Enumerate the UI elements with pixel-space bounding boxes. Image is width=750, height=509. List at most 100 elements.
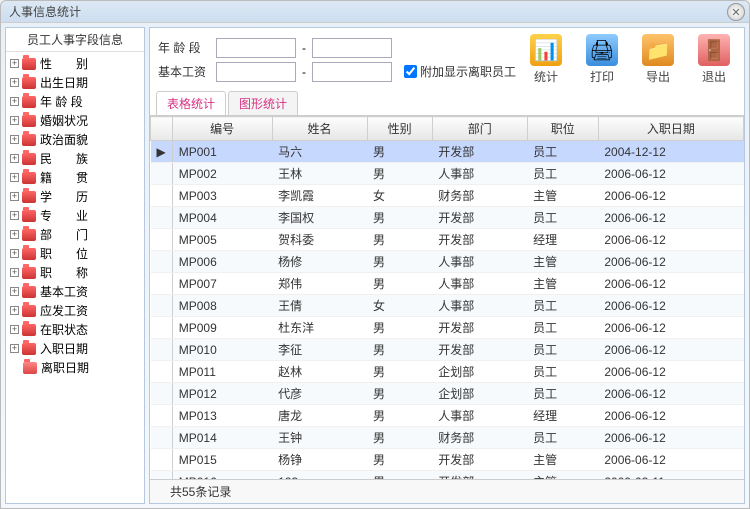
expand-icon[interactable]: + bbox=[10, 211, 19, 220]
show-fired-input[interactable] bbox=[404, 65, 417, 78]
folder-icon bbox=[22, 115, 36, 127]
expand-icon[interactable]: + bbox=[10, 173, 19, 182]
table-row[interactable]: MP010李征男开发部员工2006-06-12 bbox=[151, 339, 744, 361]
show-fired-checkbox[interactable]: 附加显示离职员工 bbox=[404, 63, 516, 80]
tab-table[interactable]: 表格统计 bbox=[156, 91, 226, 115]
cell: MP014 bbox=[172, 427, 272, 449]
col-header[interactable]: 职位 bbox=[527, 117, 598, 141]
col-header[interactable]: 姓名 bbox=[272, 117, 367, 141]
col-header[interactable]: 部门 bbox=[432, 117, 527, 141]
expand-icon[interactable]: + bbox=[10, 344, 19, 353]
tree-item[interactable]: +基本工资 bbox=[8, 282, 142, 301]
age-label: 年 龄 段 bbox=[158, 39, 212, 56]
table-row[interactable]: MP005贺科委男开发部经理2006-06-12 bbox=[151, 229, 744, 251]
row-header-cell bbox=[151, 295, 173, 317]
cell: 主管 bbox=[527, 449, 598, 471]
tree-item[interactable]: + 籍 贯 bbox=[8, 168, 142, 187]
table-row[interactable]: MP016123男开发部主管2009-03-11 bbox=[151, 471, 744, 480]
export-button[interactable]: 📁 导出 bbox=[636, 34, 680, 85]
tab-chart[interactable]: 图形统计 bbox=[228, 91, 298, 115]
cell: 男 bbox=[367, 405, 432, 427]
expand-icon[interactable]: + bbox=[10, 192, 19, 201]
tree-item[interactable]: 离职日期 bbox=[8, 358, 142, 377]
row-header-cell bbox=[151, 449, 173, 471]
table-row[interactable]: MP012代彦男企划部员工2006-06-12 bbox=[151, 383, 744, 405]
table-row[interactable]: ▶MP001马六男开发部员工2004-12-12 bbox=[151, 141, 744, 163]
expand-icon[interactable]: + bbox=[10, 249, 19, 258]
table-row[interactable]: MP002王林男人事部员工2006-06-12 bbox=[151, 163, 744, 185]
table-row[interactable]: MP011赵林男企划部员工2006-06-12 bbox=[151, 361, 744, 383]
expand-icon[interactable]: + bbox=[10, 306, 19, 315]
expand-icon[interactable]: + bbox=[10, 325, 19, 334]
table-row[interactable]: MP013唐龙男人事部经理2006-06-12 bbox=[151, 405, 744, 427]
cell: 贺科委 bbox=[272, 229, 367, 251]
cell: 男 bbox=[367, 471, 432, 480]
tree-item[interactable]: +在职状态 bbox=[8, 320, 142, 339]
window-title: 人事信息统计 bbox=[9, 3, 81, 20]
age-from-input[interactable] bbox=[216, 38, 296, 58]
expand-icon[interactable]: + bbox=[10, 287, 19, 296]
exit-button[interactable]: 🚪 退出 bbox=[692, 34, 736, 85]
table-row[interactable]: MP014王钟男财务部员工2006-06-12 bbox=[151, 427, 744, 449]
expand-icon[interactable]: + bbox=[10, 230, 19, 239]
expand-icon[interactable]: + bbox=[10, 116, 19, 125]
expand-icon[interactable]: + bbox=[10, 268, 19, 277]
table-row[interactable]: MP006杨修男人事部主管2006-06-12 bbox=[151, 251, 744, 273]
table-row[interactable]: MP008王倩女人事部员工2006-06-12 bbox=[151, 295, 744, 317]
tree-item[interactable]: +性 别 bbox=[8, 54, 142, 73]
tree-item[interactable]: +政治面貌 bbox=[8, 130, 142, 149]
table-row[interactable]: MP003李凯霞女财务部主管2006-06-12 bbox=[151, 185, 744, 207]
table-row[interactable]: MP004李国权男开发部员工2006-06-12 bbox=[151, 207, 744, 229]
cell: 员工 bbox=[527, 427, 598, 449]
tree-label: 专 业 bbox=[40, 207, 88, 224]
cell: 开发部 bbox=[432, 339, 527, 361]
tree-item[interactable]: +民 族 bbox=[8, 149, 142, 168]
expand-icon[interactable]: + bbox=[10, 97, 19, 106]
tree-item[interactable]: +婚姻状况 bbox=[8, 111, 142, 130]
cell: 员工 bbox=[527, 383, 598, 405]
salary-from-input[interactable] bbox=[216, 62, 296, 82]
stats-button[interactable]: 📊 统计 bbox=[524, 34, 568, 85]
tree-item[interactable]: +应发工资 bbox=[8, 301, 142, 320]
table-row[interactable]: MP009杜东洋男开发部员工2006-06-12 bbox=[151, 317, 744, 339]
cell: 杨铮 bbox=[272, 449, 367, 471]
expand-icon[interactable]: + bbox=[10, 78, 19, 87]
tree-item[interactable]: +年 龄 段 bbox=[8, 92, 142, 111]
col-header[interactable]: 编号 bbox=[172, 117, 272, 141]
tree-label: 籍 贯 bbox=[40, 169, 88, 186]
cell: MP008 bbox=[172, 295, 272, 317]
cell: 人事部 bbox=[432, 295, 527, 317]
cell: 男 bbox=[367, 273, 432, 295]
filter-age: 年 龄 段 - bbox=[158, 38, 516, 58]
tree-item[interactable]: +入职日期 bbox=[8, 339, 142, 358]
data-table: 编号姓名性别部门职位入职日期 ▶MP001马六男开发部员工2004-12-12M… bbox=[150, 116, 744, 479]
cell: 男 bbox=[367, 141, 432, 163]
cell: 王倩 bbox=[272, 295, 367, 317]
main: 年 龄 段 - 基本工资 - 附加显示离职员工 bbox=[149, 27, 745, 504]
tree-item[interactable]: +出生日期 bbox=[8, 73, 142, 92]
tree-item[interactable]: +部 门 bbox=[8, 225, 142, 244]
cell: 唐龙 bbox=[272, 405, 367, 427]
grid[interactable]: 编号姓名性别部门职位入职日期 ▶MP001马六男开发部员工2004-12-12M… bbox=[150, 116, 744, 479]
salary-to-input[interactable] bbox=[312, 62, 392, 82]
age-to-input[interactable] bbox=[312, 38, 392, 58]
cell: 企划部 bbox=[432, 383, 527, 405]
table-row[interactable]: MP007郑伟男人事部主管2006-06-12 bbox=[151, 273, 744, 295]
print-button[interactable]: 🖨 打印 bbox=[580, 34, 624, 85]
cell: 王林 bbox=[272, 163, 367, 185]
folder-icon bbox=[22, 134, 36, 146]
tree-item[interactable]: + 专 业 bbox=[8, 206, 142, 225]
row-header-cell bbox=[151, 207, 173, 229]
expand-icon[interactable]: + bbox=[10, 135, 19, 144]
cell: 男 bbox=[367, 317, 432, 339]
col-header[interactable]: 入职日期 bbox=[598, 117, 743, 141]
col-header[interactable]: 性别 bbox=[367, 117, 432, 141]
tree-item[interactable]: +职 称 bbox=[8, 263, 142, 282]
expand-icon[interactable]: + bbox=[10, 154, 19, 163]
tree-item[interactable]: +学 历 bbox=[8, 187, 142, 206]
expand-icon[interactable]: + bbox=[10, 59, 19, 68]
close-icon[interactable]: ✕ bbox=[727, 3, 745, 21]
tree-item[interactable]: +职 位 bbox=[8, 244, 142, 263]
row-header-cell bbox=[151, 383, 173, 405]
table-row[interactable]: MP015杨铮男开发部主管2006-06-12 bbox=[151, 449, 744, 471]
